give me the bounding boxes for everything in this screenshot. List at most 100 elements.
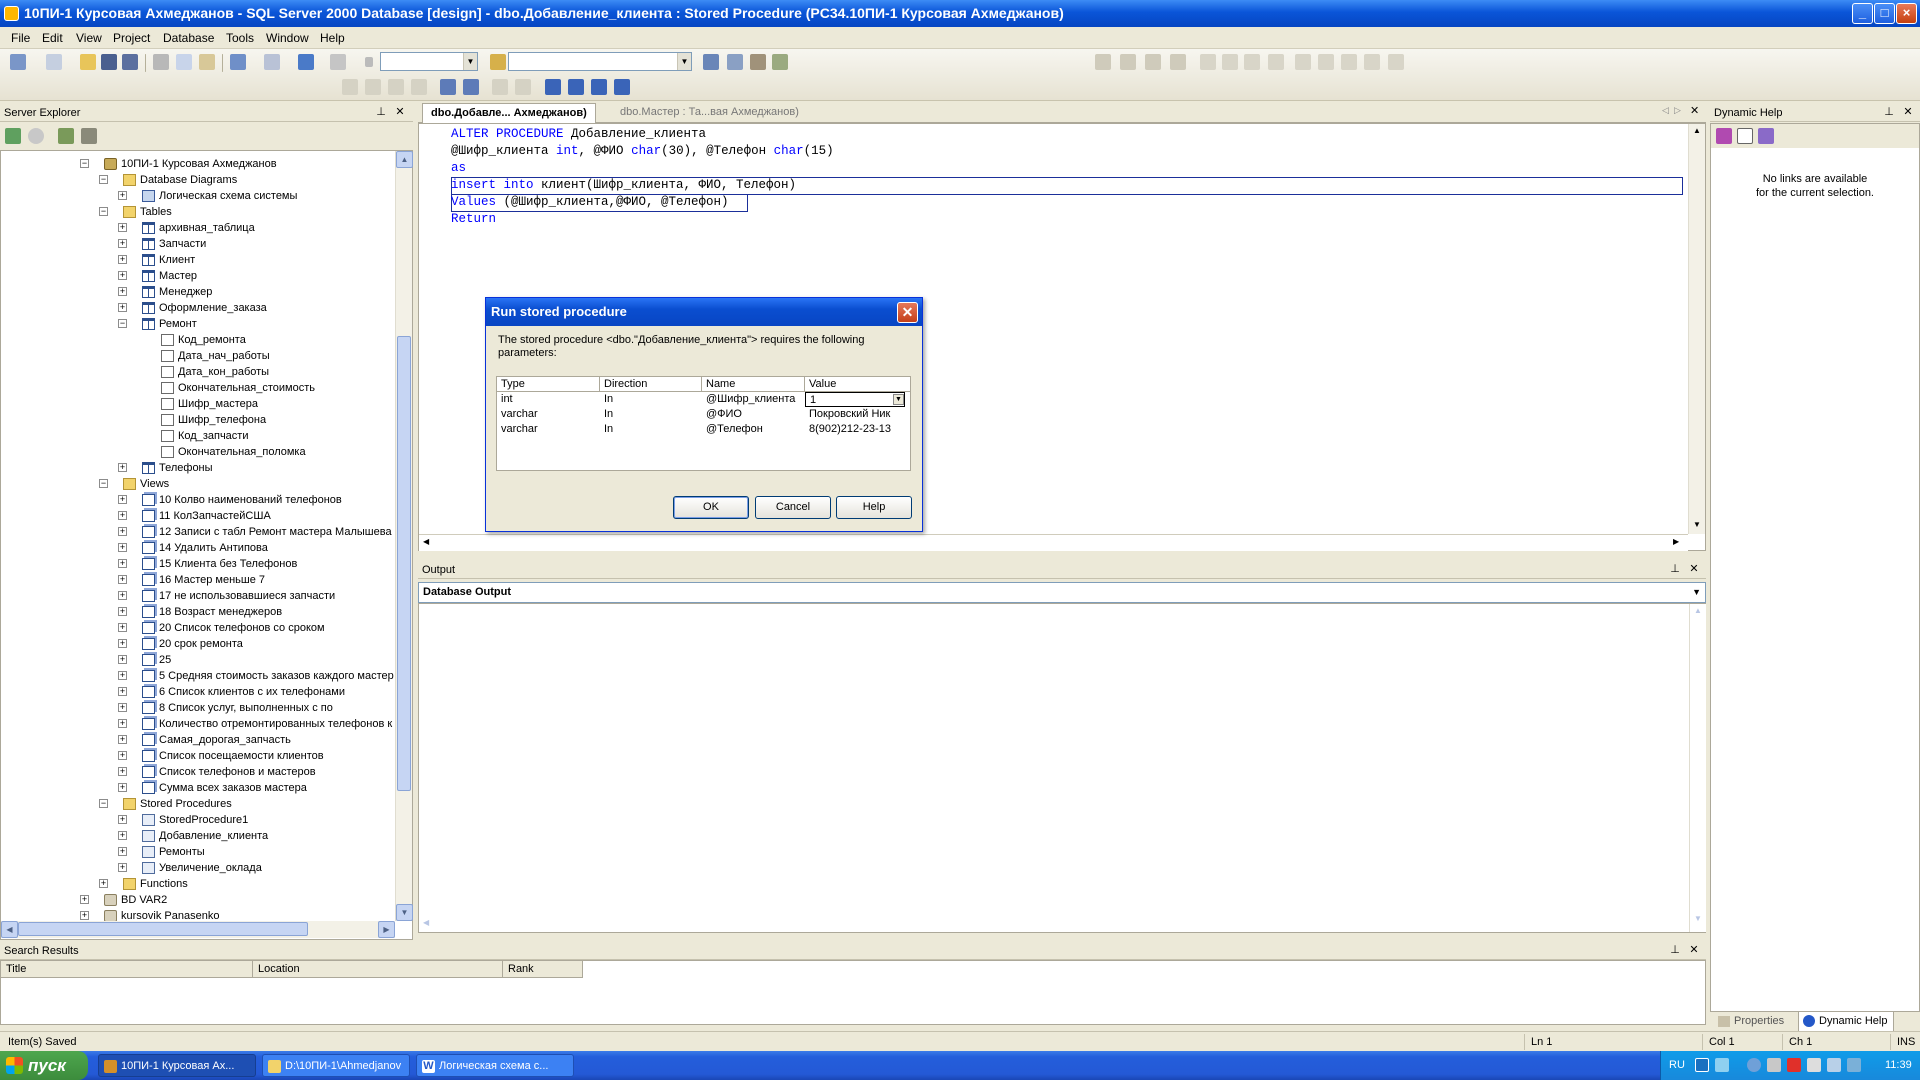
- server-explorer-tree[interactable]: − 10ПИ-1 Курсовая Ахмеджанов − Database Dia…: [0, 150, 413, 940]
- collapse-icon[interactable]: −: [99, 479, 108, 488]
- scroll-left-icon[interactable]: ◀: [423, 537, 429, 546]
- start-button[interactable]: пуск: [0, 1051, 88, 1080]
- tree-node[interactable]: +6 Список клиентов с их телефонами: [1, 684, 394, 700]
- expand-icon[interactable]: +: [118, 655, 127, 664]
- stop-icon[interactable]: [28, 128, 44, 144]
- expand-icon[interactable]: +: [118, 831, 127, 840]
- debug-icon[interactable]: [1170, 54, 1186, 70]
- expand-icon[interactable]: +: [118, 271, 127, 280]
- expand-icon[interactable]: +: [118, 511, 127, 520]
- scroll-left-icon[interactable]: ◀: [423, 918, 429, 927]
- param-value-cell[interactable]: Покровский Ник: [805, 407, 905, 422]
- contents-icon[interactable]: [1716, 128, 1732, 144]
- navigate-back-icon[interactable]: [298, 54, 314, 70]
- expand-icon[interactable]: +: [118, 575, 127, 584]
- param-value-cell[interactable]: 8(902)212-23-13: [805, 422, 905, 437]
- tree-node[interactable]: +16 Мастер меньше 7: [1, 572, 394, 588]
- expand-icon[interactable]: +: [118, 783, 127, 792]
- tree-node[interactable]: + Количество отремонтированных телефонов …: [1, 716, 394, 732]
- clock[interactable]: 11:39: [1885, 1059, 1912, 1071]
- open-icon[interactable]: [80, 54, 96, 70]
- tree-node[interactable]: + BD VAR2: [1, 892, 394, 908]
- help-icon[interactable]: [1695, 1058, 1709, 1072]
- expand-icon[interactable]: +: [118, 463, 127, 472]
- expand-icon[interactable]: +: [118, 735, 127, 744]
- output-source-combo[interactable]: Database Output ▼: [418, 582, 1706, 603]
- tree-node[interactable]: − Database Diagrams: [1, 172, 394, 188]
- tree-node[interactable]: Код_запчасти: [1, 428, 394, 444]
- expand-icon[interactable]: +: [118, 239, 127, 248]
- taskbar-item-explorer[interactable]: D:\10ПИ-1\Ahmedjanov: [262, 1054, 410, 1077]
- tree-node[interactable]: +14 Удалить Антипова: [1, 540, 394, 556]
- expand-icon[interactable]: +: [118, 223, 127, 232]
- menu-edit[interactable]: Edit: [42, 31, 63, 45]
- navigate-forward-icon[interactable]: [330, 54, 346, 70]
- help-button[interactable]: Help: [836, 496, 912, 519]
- save-icon[interactable]: [101, 54, 117, 70]
- expand-icon[interactable]: +: [80, 895, 89, 904]
- antivirus-icon[interactable]: [1787, 1058, 1801, 1072]
- pin-icon[interactable]: ⊥: [1882, 105, 1896, 119]
- connect-database-icon[interactable]: [58, 128, 74, 144]
- tree-node[interactable]: +5 Средняя стоимость заказов каждого мас…: [1, 668, 394, 684]
- undo-icon[interactable]: [230, 54, 246, 70]
- maximize-button[interactable]: □: [1874, 3, 1895, 24]
- pin-icon[interactable]: ⊥: [1668, 943, 1682, 957]
- previous-record-icon[interactable]: [1318, 54, 1334, 70]
- tree-horizontal-scrollbar[interactable]: ◀ ▶: [1, 921, 395, 938]
- properties-icon[interactable]: [727, 54, 743, 70]
- language-indicator[interactable]: RU: [1669, 1059, 1685, 1071]
- tree-node[interactable]: + Список телефонов и мастеров: [1, 764, 394, 780]
- redo-icon[interactable]: [264, 54, 280, 70]
- tree-node[interactable]: Окончательная_поломка: [1, 444, 394, 460]
- expand-icon[interactable]: +: [118, 623, 127, 632]
- outdent-icon[interactable]: [463, 79, 479, 95]
- tree-node[interactable]: Шифр_телефона: [1, 412, 394, 428]
- volume-icon[interactable]: [1827, 1058, 1841, 1072]
- debug-icon[interactable]: [1095, 54, 1111, 70]
- add-item-icon[interactable]: [46, 54, 62, 70]
- close-document-icon[interactable]: ✕: [1690, 104, 1699, 117]
- next-record-icon[interactable]: [1341, 54, 1357, 70]
- menu-view[interactable]: View: [76, 31, 102, 45]
- copy-icon[interactable]: [176, 54, 192, 70]
- options-icon[interactable]: [1388, 54, 1404, 70]
- expand-icon[interactable]: +: [118, 543, 127, 552]
- tree-node[interactable]: + Оформление_заказа: [1, 300, 394, 316]
- format-icon[interactable]: [388, 79, 404, 95]
- code-line[interactable]: insert into клиент(Шифр_клиента, ФИО, Те…: [451, 177, 796, 194]
- expand-icon[interactable]: +: [99, 879, 108, 888]
- arrow-icon[interactable]: [1747, 1058, 1761, 1072]
- scroll-up-icon[interactable]: ▲: [1694, 606, 1702, 615]
- tree-node[interactable]: +20 срок ремонта: [1, 636, 394, 652]
- menu-tools[interactable]: Tools: [226, 31, 254, 45]
- ok-button[interactable]: OK: [673, 496, 749, 519]
- tree-node[interactable]: +15 Клиента без Телефонов: [1, 556, 394, 572]
- display-icon[interactable]: [1807, 1058, 1821, 1072]
- tree-node[interactable]: + Телефоны: [1, 460, 394, 476]
- chevron-down-icon[interactable]: ▼: [1692, 583, 1701, 602]
- column-title[interactable]: Title: [1, 961, 253, 978]
- code-line[interactable]: as: [451, 160, 466, 177]
- tree-node[interactable]: + Добавление_клиента: [1, 828, 394, 844]
- tree-node[interactable]: + Менеджер: [1, 284, 394, 300]
- format-icon[interactable]: [365, 79, 381, 95]
- scroll-down-icon[interactable]: ▼: [1694, 914, 1702, 923]
- column-location[interactable]: Location: [253, 961, 503, 978]
- tree-node[interactable]: +12 Записи с табл Ремонт мастера Малышев…: [1, 524, 394, 540]
- code-line[interactable]: Return: [451, 211, 496, 228]
- expand-icon[interactable]: +: [118, 751, 127, 760]
- editor-vertical-scrollbar[interactable]: ▲ ▼: [1688, 124, 1705, 534]
- tree-node[interactable]: − Views: [1, 476, 394, 492]
- tree-node[interactable]: +17 не использовавшиеся запчасти: [1, 588, 394, 604]
- scroll-thumb[interactable]: [18, 922, 308, 936]
- taskbar-item-visual-studio[interactable]: 10ПИ-1 Курсовая Ах...: [98, 1054, 256, 1077]
- debug-icon[interactable]: [1120, 54, 1136, 70]
- expand-icon[interactable]: +: [118, 703, 127, 712]
- tree-node[interactable]: + Самая_дорогая_запчасть: [1, 732, 394, 748]
- tree-node[interactable]: + архивная_таблица: [1, 220, 394, 236]
- format-icon[interactable]: [411, 79, 427, 95]
- tree-node[interactable]: + StoredProcedure1: [1, 812, 394, 828]
- menu-file[interactable]: File: [11, 31, 30, 45]
- collapse-icon[interactable]: −: [99, 799, 108, 808]
